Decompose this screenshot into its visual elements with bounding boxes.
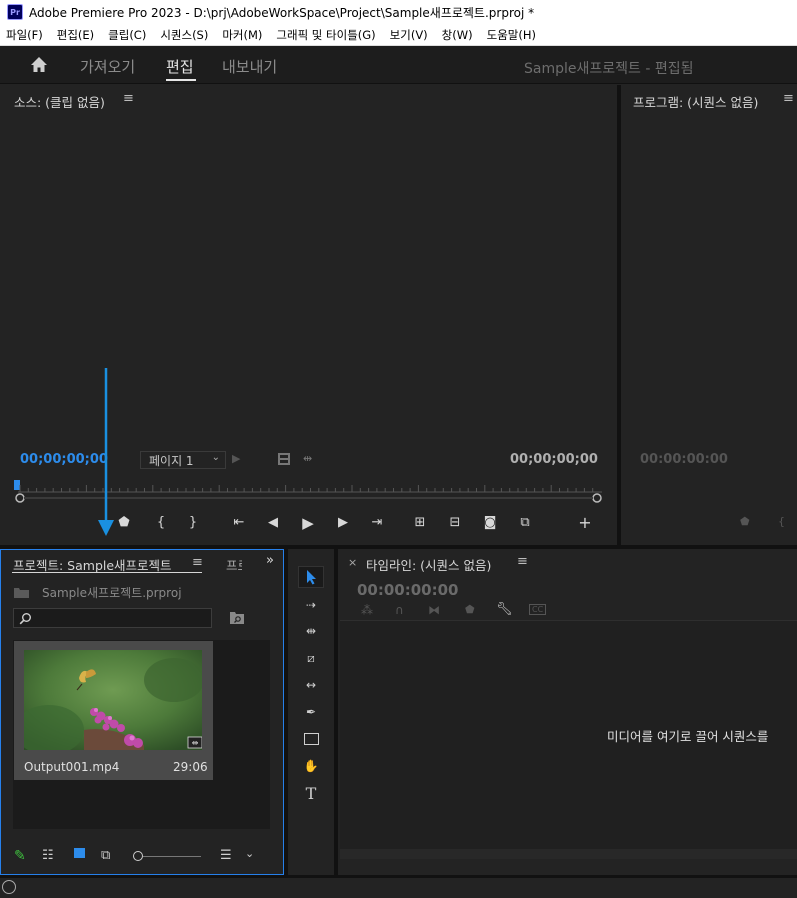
- window-title-bar: Pr Adobe Premiere Pro 2023 - D:\prj\Adob…: [0, 0, 797, 24]
- play-triangle-icon: ▶: [232, 452, 241, 465]
- project-title: Sample새프로젝트 - 편집됨: [524, 61, 694, 77]
- premiere-app-icon: Pr: [7, 4, 23, 20]
- ripple-edit-tool-icon[interactable]: ⇹: [298, 620, 324, 642]
- mark-in-icon[interactable]: {: [151, 515, 171, 530]
- timeline-panel-title[interactable]: 타임라인: (시퀀스 없음): [366, 555, 491, 574]
- rectangle-tool-icon[interactable]: [298, 728, 324, 750]
- menu-window[interactable]: 창(W): [435, 27, 480, 43]
- creative-cloud-icon[interactable]: [2, 880, 16, 894]
- page-select[interactable]: 페이지 1 ⌄: [140, 451, 226, 469]
- annotation-arrow-icon: [98, 368, 114, 536]
- mark-out-icon[interactable]: }: [183, 515, 203, 530]
- button-editor-icon[interactable]: ⧉: [515, 515, 535, 530]
- workspace-header: 가져오기 편집 내보내기 Sample새프로젝트 - 편집됨: [0, 46, 797, 84]
- menu-help[interactable]: 도움말(H): [480, 27, 543, 43]
- program-mark-in-icon[interactable]: {: [778, 515, 785, 528]
- selection-tool-icon[interactable]: [298, 566, 324, 588]
- program-timecode[interactable]: 00:00:00:00: [640, 452, 728, 467]
- freeform-view-icon[interactable]: ⧉: [101, 848, 110, 863]
- program-marker-icon[interactable]: ⬟: [740, 515, 750, 528]
- timeline-drop-hint: 미디어를 여기로 끌어 시퀀스를: [607, 729, 769, 744]
- zoom-slider-handle[interactable]: [133, 851, 143, 861]
- program-panel-title[interactable]: 프로그램: (시퀀스 없음): [633, 92, 758, 111]
- clip-thumbnail-image: ⇹: [24, 650, 202, 750]
- go-to-out-icon[interactable]: ⇥: [367, 515, 387, 530]
- menu-graphics[interactable]: 그래픽 및 타이틀(G): [269, 27, 382, 43]
- list-view-icon[interactable]: ☷: [42, 848, 54, 863]
- play-icon[interactable]: ▶: [298, 514, 318, 532]
- menu-view[interactable]: 보기(V): [383, 27, 435, 43]
- timeline-timecode[interactable]: 00:00:00:00: [357, 581, 459, 599]
- project-search-input[interactable]: [13, 608, 212, 628]
- project-bin-icon: [14, 588, 29, 598]
- clip-duration: 29:06: [173, 760, 208, 774]
- status-bar: [0, 875, 797, 898]
- wrench-icon[interactable]: 🔧︎: [496, 602, 513, 617]
- source-panel-menu-icon[interactable]: ≡: [123, 91, 134, 106]
- go-to-in-icon[interactable]: ⇤: [229, 515, 249, 530]
- workspace-import-tab[interactable]: 가져오기: [80, 56, 135, 77]
- project-file-name: Sample새프로젝트.prproj: [42, 586, 182, 600]
- insert-icon[interactable]: ⊞: [410, 515, 430, 530]
- type-tool-icon[interactable]: T: [298, 782, 324, 804]
- chevron-down-icon: ⌄: [211, 452, 220, 463]
- svg-text:⇹: ⇹: [192, 739, 199, 748]
- menu-file[interactable]: 파일(F): [0, 27, 50, 43]
- zoom-slider-track[interactable]: [143, 856, 201, 857]
- track-select-tool-icon[interactable]: ⇢: [298, 594, 324, 616]
- menu-clip[interactable]: 클립(C): [101, 27, 153, 43]
- icon-view-icon[interactable]: [74, 848, 85, 858]
- hand-tool-icon[interactable]: ✋: [298, 755, 324, 777]
- program-monitor-panel: 프로그램: (시퀀스 없음) ≡ 00:00:00:00 ⬟ {: [621, 85, 797, 545]
- nest-icon[interactable]: ⁂: [361, 603, 373, 617]
- timeline-scrollbar[interactable]: [340, 849, 797, 859]
- program-panel-menu-icon[interactable]: ≡: [783, 91, 794, 106]
- workspace-edit-tab[interactable]: 편집: [166, 56, 194, 77]
- step-forward-icon[interactable]: ▶: [333, 515, 353, 530]
- project-panel-tab-2[interactable]: 프로: [226, 555, 242, 574]
- menu-sequence[interactable]: 시퀀스(S): [153, 27, 215, 43]
- source-panel-title[interactable]: 소스: (클립 없음): [14, 92, 105, 111]
- timeline-marker-icon[interactable]: ⬟: [465, 603, 475, 616]
- active-workspace-underline: [166, 79, 196, 81]
- workspace-export-tab[interactable]: 내보내기: [222, 56, 277, 77]
- camera-icon[interactable]: ◙: [480, 515, 500, 530]
- timeline-close-icon[interactable]: ×: [348, 556, 357, 569]
- clip-name: Output001.mp4: [24, 760, 120, 774]
- captions-icon[interactable]: CC: [529, 604, 547, 615]
- step-back-icon[interactable]: ◀: [263, 515, 283, 530]
- film-icon[interactable]: [277, 452, 291, 466]
- source-monitor-panel: 소스: (클립 없음) ≡: [0, 85, 617, 545]
- source-timecode-in[interactable]: 00;00;00;00: [20, 452, 108, 467]
- project-panel-menu-icon[interactable]: ≡: [192, 555, 203, 570]
- page-select-value: 페이지 1: [149, 453, 194, 468]
- overwrite-icon[interactable]: ⊟: [445, 515, 465, 530]
- project-tab-underline: [12, 572, 202, 573]
- window-title: Adobe Premiere Pro 2023 - D:\prj\AdobeWo…: [29, 5, 535, 20]
- find-in-bin-icon[interactable]: [229, 611, 245, 625]
- menu-edit[interactable]: 편집(E): [50, 27, 101, 43]
- source-timecode-out: 00;00;00;00: [510, 452, 598, 467]
- razor-tool-icon[interactable]: ⧄: [298, 647, 324, 669]
- pen-tool-icon[interactable]: ✒: [298, 701, 324, 723]
- insert-overlay-icon[interactable]: ⇹: [303, 452, 312, 465]
- slip-tool-icon[interactable]: ↔: [298, 674, 324, 696]
- pencil-icon[interactable]: ✎: [14, 848, 26, 864]
- add-marker-icon[interactable]: ⬟: [114, 515, 134, 530]
- sort-icon[interactable]: ☰: [220, 848, 232, 863]
- panel-overflow-icon[interactable]: »: [266, 553, 274, 568]
- menu-marker[interactable]: 마커(M): [215, 27, 269, 43]
- home-icon[interactable]: [29, 55, 49, 75]
- search-icon: [19, 613, 31, 625]
- sort-chevron-down-icon[interactable]: ⌄: [245, 847, 254, 860]
- menu-bar: 파일(F) 편집(E) 클립(C) 시퀀스(S) 마커(M) 그래픽 및 타이틀…: [0, 24, 797, 46]
- plus-icon[interactable]: +: [575, 513, 595, 532]
- linked-selection-icon[interactable]: ⧓: [428, 603, 440, 617]
- timeline-panel-menu-icon[interactable]: ≡: [517, 554, 528, 569]
- snap-magnet-icon[interactable]: ∩: [395, 603, 404, 617]
